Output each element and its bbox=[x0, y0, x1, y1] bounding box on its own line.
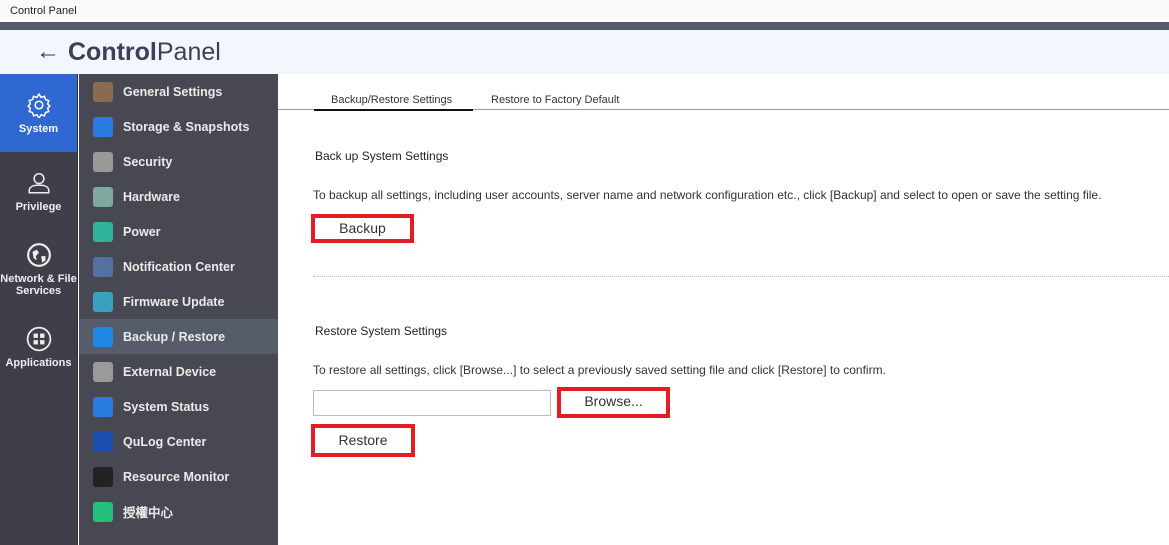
submenu-item-label: Notification Center bbox=[123, 259, 235, 274]
submenu-item-label: Firmware Update bbox=[123, 294, 225, 309]
backup-button[interactable]: Backup bbox=[311, 214, 414, 243]
submenu-item-icon bbox=[93, 81, 113, 102]
restore-button[interactable]: Restore bbox=[311, 424, 415, 457]
submenu-item-label: Security bbox=[123, 154, 173, 169]
submenu-item-icon bbox=[93, 361, 113, 382]
submenu-item-icon bbox=[93, 151, 113, 172]
submenu-item-label: QuLog Center bbox=[123, 434, 207, 449]
backup-heading: Back up System Settings bbox=[315, 149, 449, 163]
submenu-item[interactable]: Firmware Update bbox=[79, 284, 278, 319]
submenu-item[interactable]: Security bbox=[79, 144, 278, 179]
submenu-item-icon bbox=[93, 396, 113, 417]
submenu-item-label: 授權中心 bbox=[123, 506, 174, 520]
apps-grid-icon bbox=[26, 326, 51, 351]
submenu-item-label: Power bbox=[123, 224, 161, 239]
backup-description: To backup all settings, including user a… bbox=[313, 188, 1102, 202]
browse-button[interactable]: Browse... bbox=[557, 387, 670, 418]
submenu-item-icon bbox=[93, 291, 113, 312]
submenu: General Settings Storage & Snapshots Secur… bbox=[79, 74, 278, 545]
submenu-item[interactable]: General Settings bbox=[79, 74, 278, 109]
rail-item-applications[interactable]: Applications bbox=[0, 308, 77, 386]
submenu-item-label: Backup / Restore bbox=[123, 329, 226, 344]
submenu-item-label: System Status bbox=[123, 399, 210, 414]
submenu-item[interactable]: Power bbox=[79, 214, 278, 249]
submenu-item-label: Storage & Snapshots bbox=[123, 119, 250, 134]
rail-item-privilege[interactable]: Privilege bbox=[0, 152, 77, 230]
rail-item-system[interactable]: System bbox=[0, 74, 77, 152]
app-header: ← ControlPanel bbox=[0, 30, 1169, 74]
submenu-item-icon bbox=[93, 501, 113, 522]
submenu-item[interactable]: System Status bbox=[79, 389, 278, 424]
submenu-item-label: External Device bbox=[123, 364, 217, 379]
tab-bar: Backup/Restore Settings Restore to Facto… bbox=[278, 92, 1169, 111]
rail-label: System bbox=[18, 122, 59, 135]
section-divider bbox=[313, 276, 1169, 277]
top-strip bbox=[0, 22, 1169, 30]
submenu-item[interactable]: Backup / Restore bbox=[79, 319, 278, 354]
submenu-item[interactable]: Storage & Snapshots bbox=[79, 109, 278, 144]
main-content: Backup/Restore Settings Restore to Facto… bbox=[278, 74, 1169, 545]
tab-backup-restore-settings[interactable]: Backup/Restore Settings bbox=[314, 94, 473, 111]
page-title: ControlPanel bbox=[68, 37, 221, 66]
tab-restore-factory-default[interactable]: Restore to Factory Default bbox=[491, 94, 619, 106]
submenu-item-icon bbox=[93, 221, 113, 242]
back-arrow-icon[interactable]: ← bbox=[36, 38, 68, 66]
submenu-item-label: General Settings bbox=[123, 84, 223, 99]
gear-icon bbox=[26, 92, 51, 118]
submenu-item[interactable]: 授權中心 bbox=[79, 494, 278, 529]
submenu-item-label: Resource Monitor bbox=[123, 469, 230, 484]
submenu-item-icon bbox=[93, 186, 113, 207]
file-path-input[interactable] bbox=[313, 390, 551, 416]
submenu-item[interactable]: Hardware bbox=[79, 179, 278, 214]
submenu-item[interactable]: Notification Center bbox=[79, 249, 278, 284]
submenu-item-icon bbox=[93, 431, 113, 452]
submenu-item[interactable]: Resource Monitor bbox=[79, 459, 278, 494]
submenu-item[interactable]: External Device bbox=[79, 354, 278, 389]
rail-label: Applications bbox=[5, 356, 72, 369]
restore-description: To restore all settings, click [Browse..… bbox=[313, 363, 886, 377]
rail-item-network[interactable]: Network & File Services bbox=[0, 230, 77, 308]
restore-heading: Restore System Settings bbox=[315, 324, 448, 338]
category-rail: System Privilege Network & File Services… bbox=[0, 74, 78, 545]
user-icon bbox=[27, 172, 50, 194]
submenu-item-icon bbox=[93, 466, 113, 487]
submenu-item[interactable]: QuLog Center bbox=[79, 424, 278, 459]
submenu-item-label: Hardware bbox=[123, 189, 180, 204]
submenu-item-icon bbox=[93, 116, 113, 137]
submenu-item-icon bbox=[93, 326, 113, 347]
rail-label: Network & File Services bbox=[0, 272, 77, 297]
globe-icon bbox=[26, 242, 51, 267]
rail-label: Privilege bbox=[15, 200, 62, 213]
window-title: Control Panel bbox=[0, 0, 1169, 22]
submenu-item-icon bbox=[93, 256, 113, 277]
